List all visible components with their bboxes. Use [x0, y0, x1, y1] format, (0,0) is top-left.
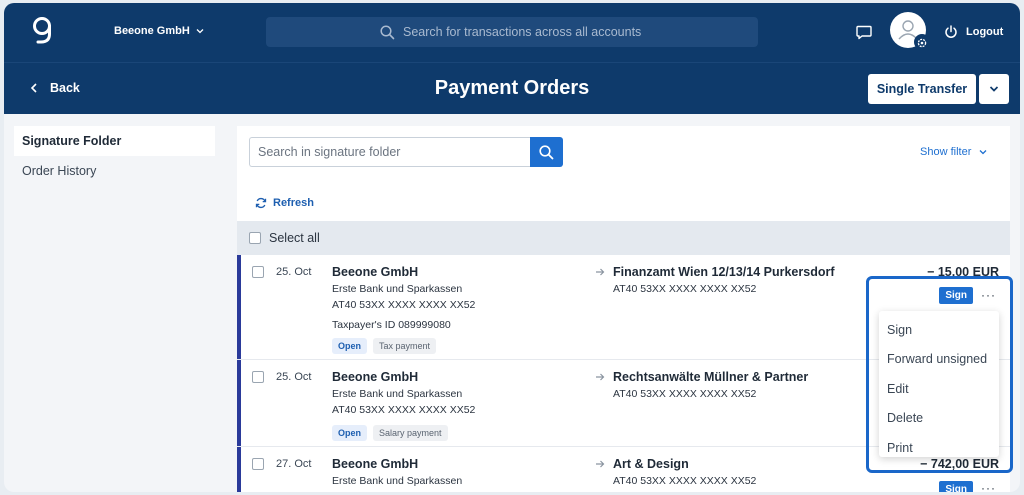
- menu-item-print[interactable]: Print: [879, 433, 999, 463]
- search-icon: [539, 144, 554, 159]
- payer-iban: AT40 53XX XXXX XXXX XX52: [332, 404, 476, 416]
- payer-name: Beeone GmbH: [332, 265, 419, 279]
- payee-name: Finanzamt Wien 12/13/14 Purkersdorf: [613, 265, 835, 279]
- arrow-right-icon: [596, 460, 605, 468]
- menu-item-forward-unsigned[interactable]: Forward unsigned: [879, 345, 999, 375]
- payer-name: Beeone GmbH: [332, 457, 419, 471]
- chat-icon[interactable]: [856, 25, 872, 40]
- power-icon: [945, 25, 957, 38]
- folder-search-box: [249, 137, 531, 167]
- company-name: Beeone GmbH: [114, 25, 190, 37]
- refresh-label: Refresh: [273, 197, 314, 209]
- sidebar-item-signature-folder[interactable]: Signature Folder: [14, 126, 215, 156]
- avatar[interactable]: [890, 12, 930, 50]
- menu-item-edit[interactable]: Edit: [879, 374, 999, 404]
- type-badge: Tax payment: [373, 338, 437, 354]
- gear-icon: [917, 38, 927, 48]
- app-window: Beeone GmbH Logout Back: [4, 3, 1020, 492]
- chevron-down-icon: [979, 150, 987, 155]
- payer-bank: Erste Bank und Sparkassen: [332, 283, 463, 295]
- payee-iban: AT40 53XX XXXX XXXX XX52: [613, 388, 757, 400]
- page-header: Back Payment Orders Single Transfer: [4, 62, 1020, 114]
- logout-button[interactable]: Logout: [944, 25, 1003, 39]
- folder-search-button[interactable]: [530, 137, 563, 167]
- row-marker: [237, 255, 241, 359]
- payee-name: Art & Design: [613, 457, 689, 471]
- row-marker: [237, 360, 241, 446]
- new-order-dropdown-button[interactable]: [979, 74, 1009, 104]
- menu-item-delete[interactable]: Delete: [879, 404, 999, 434]
- payer-bank: Erste Bank und Sparkassen: [332, 475, 463, 487]
- settings-badge[interactable]: [914, 34, 930, 50]
- top-bar: Beeone GmbH Logout: [4, 3, 1020, 62]
- global-search-input[interactable]: [403, 25, 703, 39]
- order-date: 25. Oct: [276, 266, 312, 278]
- show-filter-toggle[interactable]: Show filter: [920, 146, 987, 158]
- brand-logo-icon[interactable]: [30, 15, 54, 49]
- refresh-button[interactable]: Refresh: [255, 197, 314, 209]
- select-all-checkbox[interactable]: [249, 232, 261, 244]
- row-checkbox[interactable]: [252, 458, 264, 470]
- logout-label: Logout: [966, 26, 1004, 38]
- payee-name: Rechtsanwälte Müllner & Partner: [613, 370, 809, 384]
- sign-button[interactable]: Sign: [939, 481, 973, 492]
- show-filter-label: Show filter: [920, 146, 972, 158]
- type-badge: Salary payment: [373, 425, 448, 441]
- company-switcher[interactable]: Beeone GmbH: [114, 25, 204, 37]
- folder-search-input[interactable]: [258, 145, 518, 159]
- order-badges: Open Salary payment: [332, 425, 448, 441]
- arrow-right-icon: [596, 268, 605, 276]
- single-transfer-button[interactable]: Single Transfer: [868, 74, 976, 104]
- payer-iban: AT40 53XX XXXX XXXX XX52: [332, 299, 476, 311]
- order-date: 25. Oct: [276, 371, 312, 383]
- taxpayer-id: Taxpayer's ID 089999080: [332, 319, 451, 331]
- arrow-right-icon: [596, 373, 605, 381]
- row-marker: [237, 447, 241, 492]
- sidebar: Signature Folder Order History: [14, 126, 215, 186]
- row-checkbox[interactable]: [252, 266, 264, 278]
- select-all-row: Select all: [237, 221, 1010, 255]
- order-badges: Open Tax payment: [332, 338, 437, 354]
- payee-iban: AT40 53XX XXXX XXXX XX52: [613, 475, 757, 487]
- sidebar-item-order-history[interactable]: Order History: [14, 156, 215, 186]
- payer-bank: Erste Bank und Sparkassen: [332, 388, 463, 400]
- row-checkbox[interactable]: [252, 371, 264, 383]
- payee-iban: AT40 53XX XXXX XXXX XX52: [613, 283, 757, 295]
- search-icon: [380, 24, 395, 39]
- chevron-down-icon: [989, 86, 999, 92]
- payer-name: Beeone GmbH: [332, 370, 419, 384]
- select-all-label: Select all: [269, 231, 320, 245]
- status-badge: Open: [332, 338, 368, 354]
- more-actions-icon[interactable]: ···: [981, 481, 996, 492]
- row-actions-menu: Sign Forward unsigned Edit Delete Print: [879, 311, 999, 457]
- chevron-down-icon: [196, 29, 204, 34]
- menu-item-sign[interactable]: Sign: [879, 315, 999, 345]
- order-date: 27. Oct: [276, 458, 312, 470]
- global-search-box: [266, 17, 758, 47]
- refresh-icon: [255, 197, 267, 209]
- status-badge: Open: [332, 425, 368, 441]
